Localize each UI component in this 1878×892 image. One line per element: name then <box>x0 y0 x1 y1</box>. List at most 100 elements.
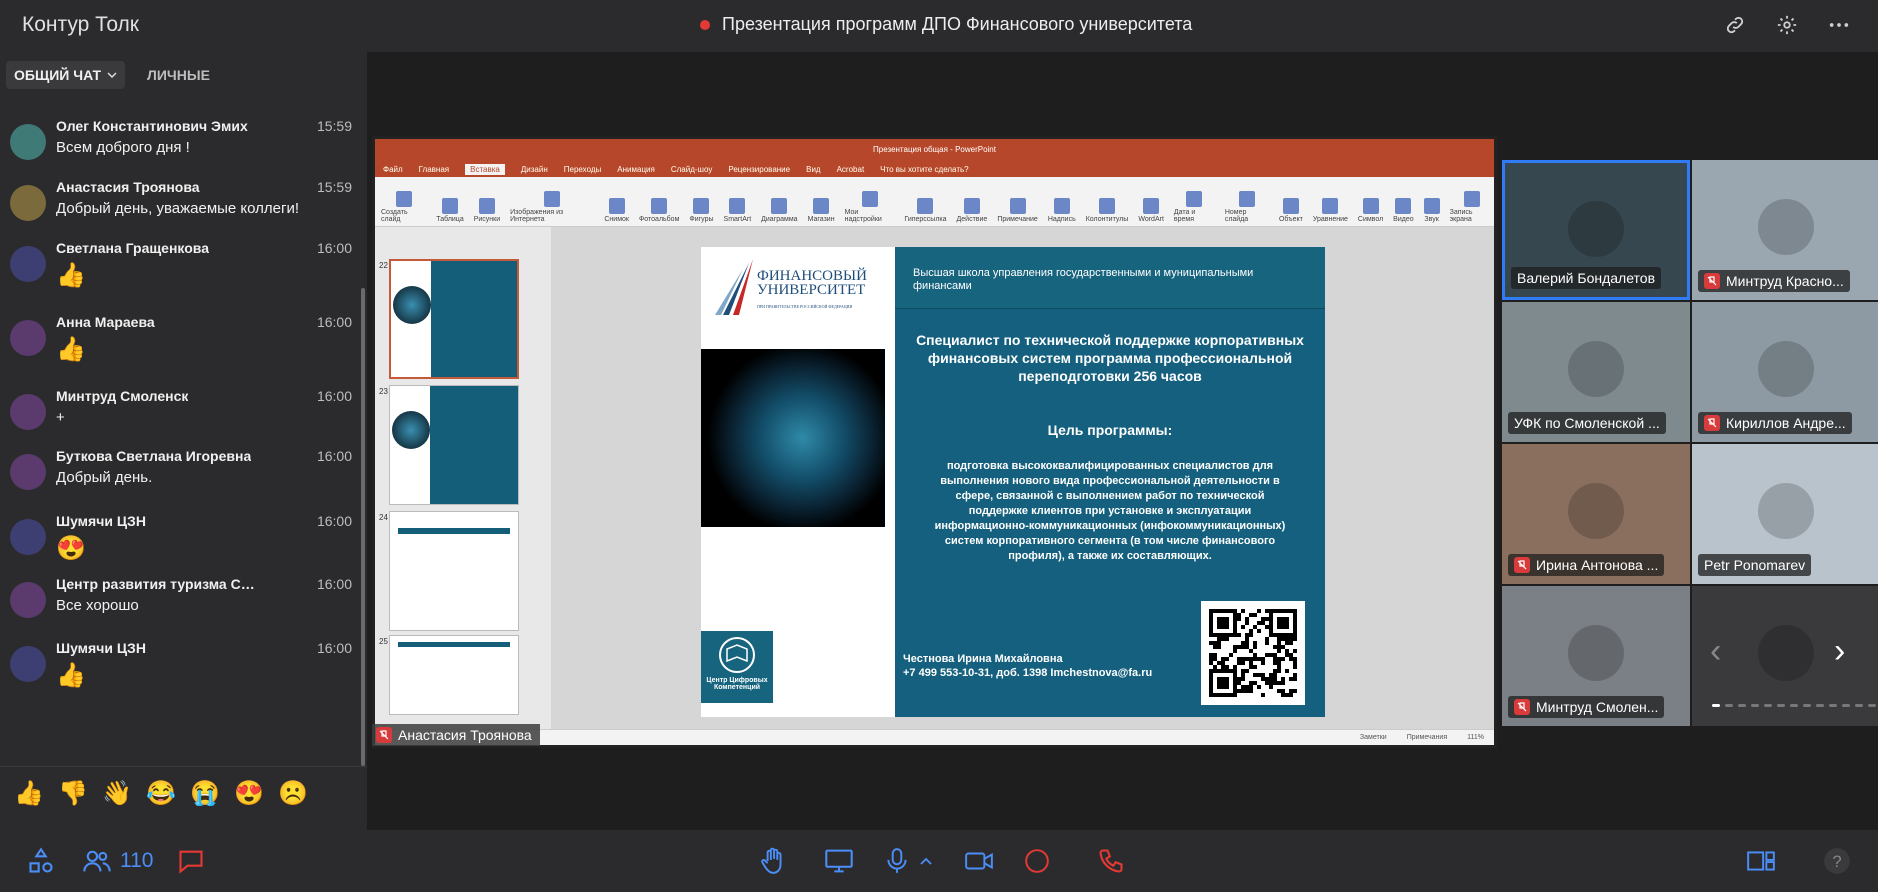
message-time: 16:00 <box>316 240 352 256</box>
ppt-menu-item[interactable]: Acrobat <box>837 165 865 174</box>
chevron-left-icon[interactable]: ‹ <box>1710 632 1721 671</box>
message-text: Все хорошо <box>56 597 139 614</box>
avatar[interactable] <box>10 185 46 221</box>
thumb-number: 23 <box>379 387 388 396</box>
hang-up-icon[interactable] <box>1096 846 1126 876</box>
video-tile[interactable]: Кириллов Андре... <box>1692 302 1878 442</box>
ppt-menu-item[interactable]: Рецензирование <box>728 165 790 174</box>
ribbon-button[interactable]: Магазин <box>808 198 835 226</box>
ribbon-button[interactable]: Звук <box>1423 198 1440 226</box>
ribbon-button[interactable]: Создать слайд <box>381 191 426 226</box>
reaction-button[interactable]: 👋 <box>102 779 132 808</box>
slide-thumbnail[interactable] <box>389 259 519 379</box>
ribbon-button[interactable]: Объект <box>1279 198 1303 226</box>
participants-icon[interactable] <box>82 846 112 876</box>
microphone-icon[interactable] <box>882 846 912 876</box>
participant-name-label: Ирина Антонова ... <box>1508 554 1665 576</box>
more-icon[interactable] <box>1826 12 1852 38</box>
ppt-status-item[interactable]: Заметки <box>1360 734 1387 741</box>
avatar[interactable] <box>10 582 46 618</box>
video-tile[interactable]: Ирина Антонова ... <box>1502 444 1690 584</box>
shapes-icon[interactable] <box>26 846 56 876</box>
slide-thumbnail[interactable] <box>389 385 519 505</box>
ribbon-button[interactable]: Таблица <box>436 198 464 226</box>
tab-private-chat[interactable]: ЛИЧНЫЕ <box>139 61 218 89</box>
ribbon-icon <box>1186 191 1203 207</box>
ribbon-button[interactable]: Фотоальбом <box>639 198 679 226</box>
ribbon-button[interactable]: Запись экрана <box>1450 191 1494 226</box>
raise-hand-icon[interactable] <box>758 846 788 876</box>
ribbon-button[interactable]: Примечание <box>997 198 1038 226</box>
chat-scrollbar[interactable] <box>361 288 365 766</box>
reaction-button[interactable]: 😂 <box>146 779 176 808</box>
chat-icon[interactable] <box>176 846 206 876</box>
record-icon[interactable] <box>1022 846 1052 876</box>
ribbon-button[interactable]: Действие <box>957 198 987 226</box>
video-tile[interactable]: Валерий Бондалетов <box>1502 160 1690 300</box>
help-icon[interactable]: ? <box>1822 846 1852 876</box>
ppt-menu-item[interactable]: Слайд-шоу <box>671 165 712 174</box>
camera-icon[interactable] <box>964 846 994 876</box>
video-tile[interactable]: Petr Ponomarev <box>1692 444 1878 584</box>
ribbon-button[interactable]: Колонтитулы <box>1086 198 1128 226</box>
avatar[interactable] <box>10 646 46 682</box>
ribbon-button[interactable]: Гиперссылка <box>904 198 947 226</box>
ribbon-button[interactable]: Надпись <box>1048 198 1076 226</box>
ribbon-button[interactable]: Изображения из Интернета <box>510 191 594 226</box>
ribbon-button[interactable]: Фигуры <box>689 198 714 226</box>
ribbon-icon <box>1143 198 1160 214</box>
avatar[interactable] <box>10 519 46 555</box>
video-tile[interactable]: УФК по Смоленской ... <box>1502 302 1690 442</box>
ppt-menu: Файл Главная Вставка Дизайн Переходы Анимация… <box>375 161 1494 177</box>
video-tile[interactable]: Минтруд Смолен... <box>1502 586 1690 726</box>
ppt-menu-item[interactable]: Анимация <box>617 165 655 174</box>
svg-text:?: ? <box>1832 853 1841 871</box>
ribbon-icon <box>608 198 625 214</box>
layout-icon[interactable] <box>1746 846 1776 876</box>
reaction-button[interactable]: 😍 <box>234 779 264 808</box>
slide-thumbnail[interactable] <box>389 511 519 631</box>
chevron-right-icon[interactable]: › <box>1834 632 1845 671</box>
ppt-menu-item[interactable]: Переходы <box>564 165 602 174</box>
ribbon-button[interactable]: Мои надстройки <box>845 191 895 226</box>
ribbon-button[interactable]: Уравнение <box>1313 198 1348 226</box>
avatar[interactable] <box>10 320 46 356</box>
slide-thumbnail[interactable] <box>389 635 519 715</box>
reaction-button[interactable]: 👎 <box>58 779 88 808</box>
ppt-status-item[interactable]: Примечания <box>1407 734 1447 741</box>
reaction-button[interactable]: 👍 <box>14 779 44 808</box>
avatar[interactable] <box>10 394 46 430</box>
reaction-button[interactable]: ☹️ <box>278 779 308 808</box>
ribbon-button[interactable]: WordArt <box>1138 198 1164 226</box>
message-text: 👍 <box>56 262 86 289</box>
ppt-menu-item[interactable]: Файл <box>383 165 403 174</box>
participants-count[interactable]: 110 <box>120 849 153 873</box>
ribbon-button[interactable]: Диаграмма <box>761 198 798 226</box>
ribbon-button[interactable]: Дата и время <box>1174 191 1215 226</box>
chevron-up-icon[interactable] <box>918 846 934 876</box>
ppt-menu-item[interactable]: Вставка <box>465 163 505 175</box>
ribbon-icon <box>813 198 830 214</box>
ribbon-icon <box>1322 198 1339 214</box>
ppt-menu-item[interactable]: Главная <box>419 165 449 174</box>
ribbon-button[interactable]: SmartArt <box>724 198 751 226</box>
ribbon-button[interactable]: Номер слайда <box>1225 191 1269 226</box>
video-tile[interactable]: Минтруд Красно... <box>1692 160 1878 300</box>
tab-general-chat[interactable]: ОБЩИЙ ЧАТ <box>6 61 126 89</box>
thumb-number: 24 <box>379 513 388 522</box>
avatar[interactable] <box>10 124 46 160</box>
avatar[interactable] <box>10 454 46 490</box>
ppt-menu-item[interactable]: Дизайн <box>521 165 548 174</box>
ppt-menu-item[interactable]: Вид <box>806 165 820 174</box>
ribbon-button[interactable]: Рисунки <box>474 198 500 226</box>
link-icon[interactable] <box>1722 12 1748 38</box>
ribbon-button[interactable]: Снимок <box>604 198 629 226</box>
ppt-status-item[interactable]: 111% <box>1467 734 1484 741</box>
ppt-menu-item[interactable]: Что вы хотите сделать? <box>880 165 968 174</box>
avatar[interactable] <box>10 246 46 282</box>
gear-icon[interactable] <box>1774 12 1800 38</box>
reaction-button[interactable]: 😭 <box>190 779 220 808</box>
screen-share-icon[interactable] <box>824 846 854 876</box>
ribbon-button[interactable]: Видео <box>1393 198 1414 226</box>
ribbon-button[interactable]: Символ <box>1358 198 1383 226</box>
